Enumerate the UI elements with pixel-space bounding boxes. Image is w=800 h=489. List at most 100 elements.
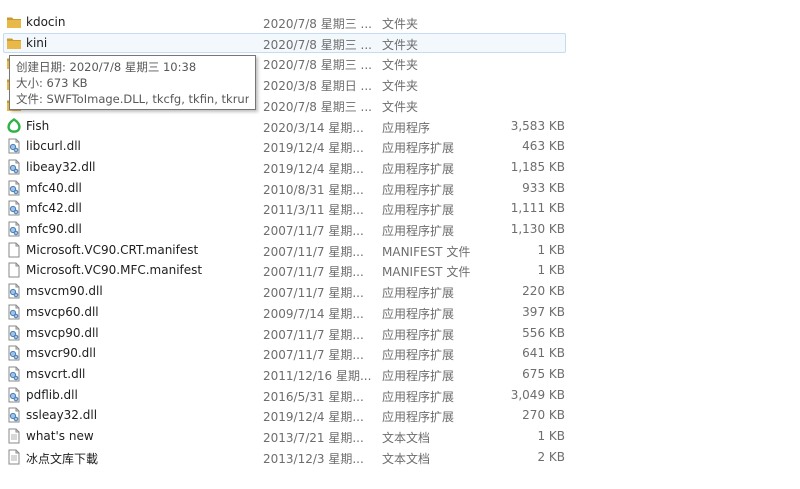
file-date: 2020/7/8 星期三 ...	[263, 99, 372, 114]
file-name: Microsoft.VC90.CRT.manifest	[26, 242, 199, 257]
file-date: 2019/12/4 星期...	[263, 161, 364, 176]
file-date: 2013/7/21 星期...	[263, 431, 364, 445]
dll-icon	[6, 283, 22, 299]
file-icon	[6, 242, 22, 258]
file-size: 556 KB	[522, 325, 565, 340]
file-name: libeay32.dll	[26, 159, 96, 174]
dll-icon	[6, 325, 22, 341]
file-row[interactable]: libeay32.dll 2019/12/4 星期... 应用程序扩展 1,185 K…	[3, 157, 566, 177]
file-name: msvcp60.dll	[26, 304, 99, 319]
file-size: 220 KB	[522, 284, 565, 299]
dll-icon	[6, 366, 22, 382]
file-date: 2011/3/11 星期...	[263, 203, 364, 218]
file-row[interactable]: msvcp90.dll 2007/11/7 星期... 应用程序扩展 556 KB	[3, 323, 566, 343]
file-row[interactable]: msvcm90.dll 2007/11/7 星期... 应用程序扩展 220 KB	[3, 281, 566, 301]
file-name: kini	[26, 35, 48, 50]
file-name: kdocin	[26, 15, 66, 29]
file-row[interactable]: msvcr90.dll 2007/11/7 星期... 应用程序扩展 641 KB	[3, 343, 566, 363]
file-row[interactable]: libcurl.dll 2019/12/4 星期... 应用程序扩展 463 KB	[3, 136, 566, 156]
file-row[interactable]: Microsoft.VC90.MFC.manifest 2007/11/7 星期.…	[3, 260, 566, 280]
dll-icon	[6, 138, 22, 154]
file-row[interactable]: Microsoft.VC90.CRT.manifest 2007/11/7 星期.…	[3, 240, 566, 260]
file-size: 641 KB	[522, 346, 565, 361]
file-row[interactable]: what's new 2013/7/21 星期... 文本文档 1 KB	[3, 426, 566, 446]
file-date: 2007/11/7 星期...	[263, 286, 364, 301]
file-size: 397 KB	[522, 304, 565, 319]
tooltip-created-date: 创建日期: 2020/7/8 星期三 10:38	[16, 60, 197, 74]
file-type: 文件夹	[382, 58, 419, 73]
file-name: what's new	[26, 429, 94, 443]
file-size: 1,111 KB	[510, 201, 565, 216]
dll-icon	[6, 387, 22, 403]
file-date: 2020/7/8 星期三 ...	[263, 58, 372, 73]
file-name: 冰点文库下載	[26, 451, 99, 466]
dll-icon	[6, 407, 22, 423]
file-date: 2007/11/7 星期...	[263, 224, 364, 238]
folder-icon	[6, 35, 22, 51]
file-name: Fish	[26, 118, 50, 133]
file-row[interactable]: ssleay32.dll 2019/12/4 星期... 应用程序扩展 270 KB	[3, 405, 566, 425]
file-type: 文本文档	[382, 431, 431, 445]
file-type: 文件夹	[382, 99, 419, 114]
file-date: 2007/11/7 星期...	[263, 348, 364, 363]
file-type: 文本文档	[382, 451, 431, 466]
file-name: msvcrt.dll	[26, 366, 86, 381]
file-size: 1 KB	[537, 429, 565, 443]
file-name: msvcm90.dll	[26, 284, 103, 299]
file-size: 1 KB	[537, 242, 565, 257]
file-name: Microsoft.VC90.MFC.manifest	[26, 263, 203, 278]
file-date: 2007/11/7 星期...	[263, 244, 364, 259]
dll-icon	[6, 159, 22, 175]
file-name: pdflib.dll	[26, 387, 78, 402]
fish-app-icon	[6, 117, 22, 134]
file-date: 2020/7/8 星期三 ...	[263, 37, 372, 52]
dll-icon	[6, 221, 22, 237]
file-date: 2007/11/7 星期...	[263, 327, 364, 342]
file-row[interactable]: pdflib.dll 2016/5/31 星期... 应用程序扩展 3,049 KB	[3, 385, 566, 405]
text-file-icon	[6, 428, 22, 444]
file-date: 2020/3/8 星期日 ...	[263, 79, 372, 94]
file-size: 2 KB	[537, 449, 565, 464]
file-size: 270 KB	[522, 408, 565, 423]
file-size: 1,185 KB	[510, 159, 565, 174]
file-row[interactable]: msvcp60.dll 2009/7/14 星期... 应用程序扩展 397 KB	[3, 302, 566, 322]
file-type: 文件夹	[382, 37, 419, 52]
file-size: 3,049 KB	[510, 387, 565, 402]
file-size: 463 KB	[522, 139, 565, 154]
file-name: ssleay32.dll	[26, 408, 98, 423]
text-file-icon	[6, 449, 22, 465]
file-date: 2013/12/3 星期...	[263, 451, 364, 466]
file-name: mfc90.dll	[26, 222, 82, 236]
file-type: 应用程序	[382, 120, 431, 135]
file-name: msvcp90.dll	[26, 325, 99, 340]
file-icon	[6, 262, 22, 278]
file-tooltip: 创建日期: 2020/7/8 星期三 10:38 大小: 673 KB 文件: …	[9, 55, 256, 110]
file-date: 2019/12/4 星期...	[263, 141, 364, 156]
dll-icon	[6, 345, 22, 361]
file-date: 2020/7/8 星期三 ...	[263, 17, 372, 31]
file-date: 2019/12/4 星期...	[263, 410, 364, 425]
file-name: mfc42.dll	[26, 201, 82, 216]
file-date: 2016/5/31 星期...	[263, 389, 364, 404]
file-type: 文件夹	[382, 17, 419, 31]
file-row[interactable]: 冰点文库下載 2013/12/3 星期... 文本文档 2 KB	[3, 447, 566, 467]
file-size: 675 KB	[522, 366, 565, 381]
file-type: 文件夹	[382, 79, 419, 94]
file-row[interactable]: mfc42.dll 2011/3/11 星期... 应用程序扩展 1,111 KB	[3, 198, 566, 218]
dll-icon	[6, 304, 22, 320]
file-row[interactable]: msvcrt.dll 2011/12/16 星期... 应用程序扩展 675 KB	[3, 364, 566, 384]
file-row[interactable]: kini 2020/7/8 星期三 ... 文件夹	[3, 32, 566, 53]
file-size: 1,130 KB	[510, 222, 565, 236]
file-date: 2020/3/14 星期...	[263, 120, 364, 135]
file-row[interactable]: mfc40.dll 2010/8/31 星期... 应用程序扩展 933 KB	[3, 178, 566, 198]
dll-icon	[6, 180, 22, 196]
file-name: mfc40.dll	[26, 180, 82, 195]
file-row[interactable]: mfc90.dll 2007/11/7 星期... 应用程序扩展 1,130 KB	[3, 219, 566, 239]
file-row[interactable]: kdocin 2020/7/8 星期三 ... 文件夹	[3, 12, 566, 32]
tooltip-size: 大小: 673 KB	[16, 76, 88, 90]
file-row[interactable]: Fish 2020/3/14 星期... 应用程序 3,583 KB	[3, 116, 566, 136]
file-name: msvcr90.dll	[26, 346, 96, 361]
file-date: 2010/8/31 星期...	[263, 182, 364, 197]
file-date: 2011/12/16 星期...	[263, 368, 372, 383]
file-size: 933 KB	[522, 180, 565, 195]
